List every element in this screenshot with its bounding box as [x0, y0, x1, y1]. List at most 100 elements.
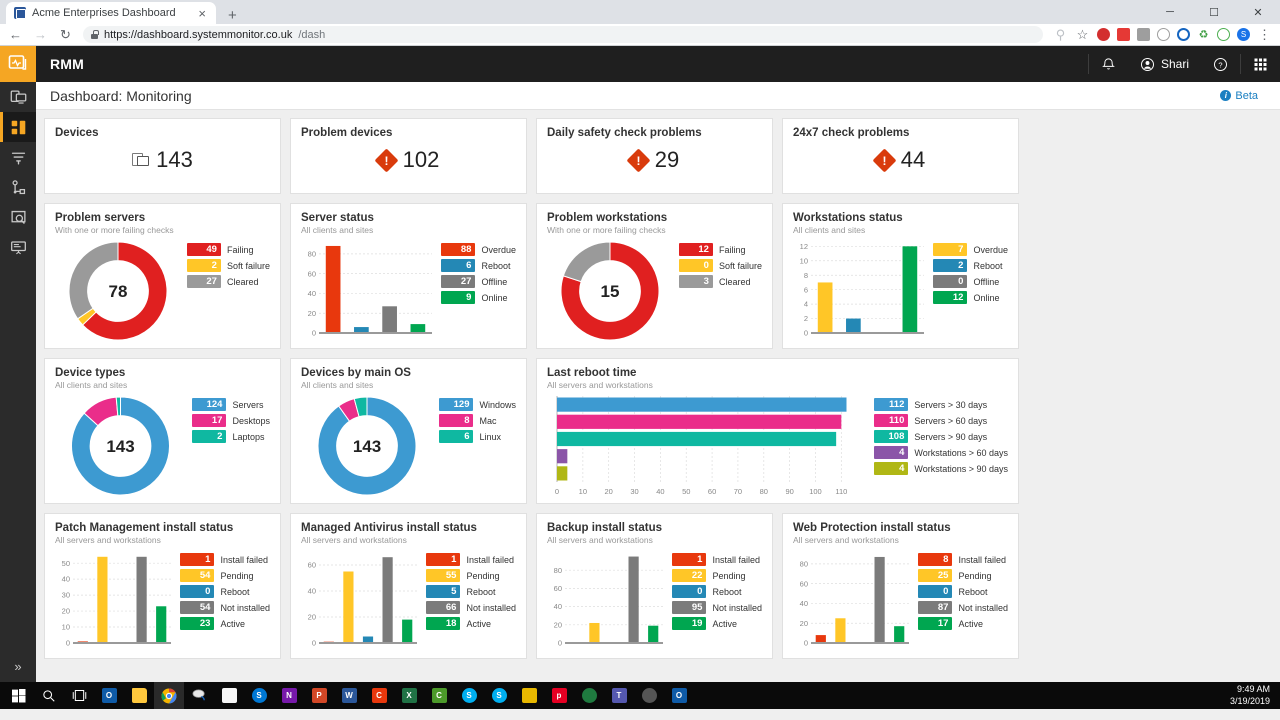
start-icon[interactable]	[4, 682, 34, 709]
legend-item[interactable]: 2Reboot	[933, 259, 1008, 272]
legend-item[interactable]: 66Not installed	[426, 601, 516, 614]
sticky-notes-icon[interactable]	[214, 682, 244, 709]
legend-item[interactable]: 9Online	[441, 291, 516, 304]
legend-item[interactable]: 0Reboot	[672, 585, 762, 598]
extension-gray-icon[interactable]	[1137, 28, 1150, 41]
kpi-card-daily-safety-check-problems[interactable]: Daily safety check problems ! 29	[536, 118, 773, 194]
legend-item[interactable]: 6Linux	[439, 430, 516, 443]
legend-item[interactable]: 19Active	[672, 617, 762, 630]
file-explorer-icon[interactable]	[124, 682, 154, 709]
profile-avatar[interactable]: S	[1237, 28, 1250, 41]
legend-item[interactable]: 1Install failed	[672, 553, 762, 566]
sidebar-expand-button[interactable]: »	[14, 659, 21, 682]
legend-item[interactable]: 0Soft failure	[679, 259, 762, 272]
legend-item[interactable]: 17Active	[918, 617, 1008, 630]
globe-icon[interactable]	[574, 682, 604, 709]
help-button[interactable]: ?	[1201, 46, 1240, 82]
legend-item[interactable]: 27Cleared	[187, 275, 270, 288]
sidebar-item-filters[interactable]	[0, 142, 36, 172]
legend-item[interactable]: 12Online	[933, 291, 1008, 304]
bookmark-star-icon[interactable]: ☆	[1075, 27, 1090, 43]
skype-business-icon[interactable]: S	[244, 682, 274, 709]
legend-item[interactable]: 0Offline	[933, 275, 1008, 288]
window-close-button[interactable]: ✕	[1236, 0, 1280, 24]
chart-card-backup-install-status[interactable]: Backup install status All servers and wo…	[536, 513, 773, 659]
sidebar-item-dashboard[interactable]	[0, 112, 36, 142]
rmm-logo[interactable]	[0, 46, 36, 82]
new-tab-button[interactable]: +	[224, 7, 241, 24]
user-menu[interactable]: Shari	[1128, 46, 1201, 82]
skype-icon[interactable]: S	[454, 682, 484, 709]
legend-item[interactable]: 3Cleared	[679, 275, 762, 288]
legend-item[interactable]: 2Soft failure	[187, 259, 270, 272]
back-icon[interactable]: ←	[8, 27, 23, 42]
chart-card-problem-servers[interactable]: Problem servers With one or more failing…	[44, 203, 281, 349]
chart-card-web-protection-install-status[interactable]: Web Protection install status All server…	[782, 513, 1019, 659]
legend-item[interactable]: 88Overdue	[441, 243, 516, 256]
chrome-icon[interactable]	[154, 682, 184, 709]
paint-icon[interactable]	[184, 682, 214, 709]
citrix-icon[interactable]: C	[364, 682, 394, 709]
kpi-card-24x7-check-problems[interactable]: 24x7 check problems ! 44	[782, 118, 1019, 194]
chart-card-server-status[interactable]: Server status All clients and sites 0204…	[290, 203, 527, 349]
skype-alt-icon[interactable]: S	[484, 682, 514, 709]
pinterest-icon[interactable]: p	[544, 682, 574, 709]
legend-item[interactable]: 95Not installed	[672, 601, 762, 614]
extension-green-icon[interactable]	[1217, 28, 1230, 41]
outlook-icon[interactable]: O	[94, 682, 124, 709]
legend-item[interactable]: 0Reboot	[918, 585, 1008, 598]
maximize-button[interactable]: ☐	[1192, 0, 1236, 24]
legend-item[interactable]: 6Reboot	[441, 259, 516, 272]
settings-icon[interactable]	[634, 682, 664, 709]
extension-blue-icon[interactable]	[1177, 28, 1190, 41]
chart-card-devices-by-main-os[interactable]: Devices by main OS All clients and sites…	[290, 358, 527, 504]
chart-card-managed-antivirus-install-status[interactable]: Managed Antivirus install status All ser…	[290, 513, 527, 659]
browser-tab[interactable]: Acme Enterprises Dashboard ×	[6, 2, 216, 24]
legend-item[interactable]: 129Windows	[439, 398, 516, 411]
legend-item[interactable]: 54Pending	[180, 569, 270, 582]
legend-item[interactable]: 27Offline	[441, 275, 516, 288]
legend-item[interactable]: 108Servers > 90 days	[874, 430, 1008, 443]
sidebar-item-monitoring-search[interactable]	[0, 202, 36, 232]
taskbar-clock[interactable]: 9:49 AM 3/19/2019	[1230, 684, 1280, 707]
legend-item[interactable]: 8Mac	[439, 414, 516, 427]
reload-icon[interactable]: ↻	[58, 27, 73, 43]
close-icon[interactable]: ×	[194, 6, 210, 21]
legend-item[interactable]: 1Install failed	[426, 553, 516, 566]
chart-card-patch-management-install-status[interactable]: Patch Management install status All serv…	[44, 513, 281, 659]
word-icon[interactable]: W	[334, 682, 364, 709]
legend-item[interactable]: 5Reboot	[426, 585, 516, 598]
search-icon[interactable]	[34, 682, 64, 709]
minimize-button[interactable]: ─	[1148, 0, 1192, 24]
notifications-button[interactable]	[1089, 46, 1128, 82]
chart-card-device-types[interactable]: Device types All clients and sites 14312…	[44, 358, 281, 504]
forward-icon[interactable]: →	[33, 27, 48, 42]
legend-item[interactable]: 87Not installed	[918, 601, 1008, 614]
legend-item[interactable]: 0Reboot	[180, 585, 270, 598]
legend-item[interactable]: 23Active	[180, 617, 270, 630]
legend-item[interactable]: 17Desktops	[192, 414, 270, 427]
extension-circle-icon[interactable]	[1157, 28, 1170, 41]
adblock-icon[interactable]	[1097, 28, 1110, 41]
teams-icon[interactable]: T	[604, 682, 634, 709]
legend-item[interactable]: 12Failing	[679, 243, 762, 256]
legend-item[interactable]: 54Not installed	[180, 601, 270, 614]
legend-item[interactable]: 2Laptops	[192, 430, 270, 443]
task-view-icon[interactable]	[64, 682, 94, 709]
legend-item[interactable]: 22Pending	[672, 569, 762, 582]
kpi-card-devices[interactable]: Devices 143	[44, 118, 281, 194]
app-launcher-button[interactable]	[1241, 46, 1280, 82]
sidebar-item-topology[interactable]	[0, 172, 36, 202]
camtasia-icon[interactable]: C	[424, 682, 454, 709]
legend-item[interactable]: 25Pending	[918, 569, 1008, 582]
extension-red-icon[interactable]	[1117, 28, 1130, 41]
legend-item[interactable]: 112Servers > 30 days	[874, 398, 1008, 411]
sidebar-item-reports[interactable]	[0, 232, 36, 262]
legend-item[interactable]: 124Servers	[192, 398, 270, 411]
excel-icon[interactable]: X	[394, 682, 424, 709]
legend-item[interactable]: 7Overdue	[933, 243, 1008, 256]
kpi-card-problem-devices[interactable]: Problem devices ! 102	[290, 118, 527, 194]
outlook-mail-icon[interactable]: O	[664, 682, 694, 709]
legend-item[interactable]: 4Workstations > 60 days	[874, 446, 1008, 459]
chart-card-last-reboot-time[interactable]: Last reboot time All servers and worksta…	[536, 358, 1019, 504]
